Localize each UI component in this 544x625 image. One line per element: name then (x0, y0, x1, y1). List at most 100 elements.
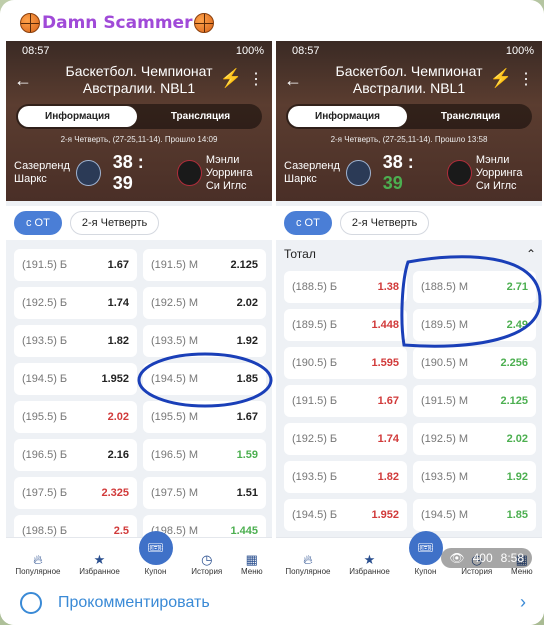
channel-title[interactable]: Damn Scammer (20, 13, 215, 33)
odds-value: 2.125 (500, 395, 528, 407)
odds-value: 2.325 (101, 487, 129, 499)
star-icon: ★ (93, 552, 106, 567)
odds-cell-under[interactable]: (194.5) М 1.85 (413, 499, 536, 531)
odds-cell-over[interactable]: (191.5) Б 1.67 (284, 385, 407, 417)
odds-value: 2.16 (107, 449, 129, 461)
odds-line: (194.5) М (151, 373, 199, 385)
odds-line: (192.5) М (421, 433, 469, 445)
odds-line: (192.5) Б (292, 433, 338, 445)
odds-value: 1.85 (236, 373, 258, 385)
tab-favorites[interactable]: ★ Избранное (79, 552, 120, 576)
tab-coupon[interactable]: 🎟︎ Купон (138, 531, 173, 576)
match-header: 08:57 100% ← Баскетбол. Чемпионат Австрал… (276, 41, 542, 201)
tab-favorites[interactable]: ★ Избранное (349, 552, 390, 576)
match-header: 08:57 100% ← Баскетбол. Чемпионат Австрал… (6, 41, 272, 201)
chevron-up-icon[interactable]: ⌃ (526, 247, 536, 261)
basketball-icon (20, 13, 40, 33)
scoreboard: Сазерленд Шаркс 38 : 39 Мэнли Уорринга С… (14, 151, 264, 195)
battery-level: 100% (235, 45, 264, 57)
more-icon[interactable]: ⋮ (248, 71, 264, 88)
away-team: Мэнли Уорринга Си Иглс (205, 153, 253, 192)
odds-cell-under[interactable]: (189.5) М 2.49 (413, 309, 536, 341)
tab-stream[interactable]: Трансляция (141, 106, 260, 127)
odds-row: (193.5) Б 1.82 (193.5) М 1.92 (284, 461, 536, 493)
odds-cell-under[interactable]: (196.5) М 1.59 (143, 439, 266, 471)
odds-line: (189.5) М (421, 319, 469, 331)
lightning-icon[interactable]: ⚡ (490, 69, 512, 87)
odds-grid: (191.5) Б 1.67 (191.5) М 2.125 (192.5) Б 1.74… (14, 249, 266, 553)
back-arrow-icon[interactable]: ← (14, 71, 32, 89)
odds-line: (195.5) Б (22, 411, 68, 423)
chip-ot[interactable]: с ОТ (284, 211, 332, 235)
odds-line: (194.5) Б (22, 373, 68, 385)
chip-quarter[interactable]: 2-я Четверть (339, 211, 430, 235)
odds-cell-over[interactable]: (193.5) Б 1.82 (14, 325, 137, 357)
odds-cell-over[interactable]: (190.5) Б 1.595 (284, 347, 407, 379)
odds-cell-under[interactable]: (193.5) М 1.92 (413, 461, 536, 493)
chip-ot[interactable]: с ОТ (14, 211, 62, 235)
odds-cell-over[interactable]: (192.5) Б 1.74 (14, 287, 137, 319)
odds-cell-over[interactable]: (192.5) Б 1.74 (284, 423, 407, 455)
lightning-icon[interactable]: ⚡ (220, 69, 242, 87)
star-icon: ★ (363, 552, 376, 567)
odds-cell-under[interactable]: (195.5) М 1.67 (143, 401, 266, 433)
odds-grid: (188.5) Б 1.38 (188.5) М 2.71 (189.5) Б 1.448… (284, 271, 536, 537)
telegram-post: Damn Scammer 08:57 100% ← Баскетбол. Чемп… (0, 0, 544, 625)
odds-line: (190.5) Б (292, 357, 338, 369)
ticket-icon: 🎟︎ (138, 531, 173, 565)
tab-history[interactable]: ◷ История (191, 552, 222, 576)
odds-value: 2.02 (107, 411, 129, 423)
odds-value: 1.67 (236, 411, 258, 423)
total-section-header[interactable]: Тотал ⌃ (284, 241, 536, 267)
odds-cell-over[interactable]: (193.5) Б 1.82 (284, 461, 407, 493)
odds-cell-under[interactable]: (191.5) М 2.125 (413, 385, 536, 417)
odds-cell-under[interactable]: (191.5) М 2.125 (143, 249, 266, 281)
odds-cell-over[interactable]: (191.5) Б 1.67 (14, 249, 137, 281)
odds-cell-over[interactable]: (194.5) Б 1.952 (14, 363, 137, 395)
tab-popular[interactable]: 🔥︎ Популярное (15, 552, 60, 576)
chip-quarter[interactable]: 2-я Четверть (69, 211, 160, 235)
odds-line: (193.5) М (421, 471, 469, 483)
tab-info[interactable]: Информация (18, 106, 137, 127)
comment-bar[interactable]: Прокомментировать › (0, 580, 544, 625)
odds-value: 1.74 (107, 297, 129, 309)
eagles-logo-icon (447, 160, 472, 186)
tab-menu[interactable]: ▦ Меню (241, 552, 263, 576)
odds-line: (196.5) М (151, 449, 199, 461)
odds-cell-under[interactable]: (192.5) М 2.02 (143, 287, 266, 319)
odds-line: (193.5) Б (22, 335, 68, 347)
tab-history-label: История (191, 567, 223, 576)
odds-cell-under[interactable]: (193.5) М 1.92 (143, 325, 266, 357)
back-arrow-icon[interactable]: ← (284, 71, 302, 89)
tab-info[interactable]: Информация (288, 106, 407, 127)
odds-cell-over[interactable]: (195.5) Б 2.02 (14, 401, 137, 433)
channel-name: Damn Scammer (42, 13, 193, 33)
tab-menu-label: Меню (511, 567, 533, 576)
odds-line: (195.5) М (151, 411, 199, 423)
odds-value: 1.952 (371, 509, 399, 521)
odds-cell-under[interactable]: (190.5) М 2.256 (413, 347, 536, 379)
odds-row: (195.5) Б 2.02 (195.5) М 1.67 (14, 401, 266, 433)
odds-cell-under[interactable]: (194.5) М 1.85 (143, 363, 266, 395)
odds-value: 1.952 (101, 373, 129, 385)
tab-stream[interactable]: Трансляция (411, 106, 530, 127)
more-icon[interactable]: ⋮ (518, 71, 534, 88)
odds-line: (197.5) М (151, 487, 199, 499)
odds-cell-over[interactable]: (196.5) Б 2.16 (14, 439, 137, 471)
odds-line: (188.5) Б (292, 281, 338, 293)
odds-line: (198.5) Б (22, 525, 68, 537)
score: 38 : 39 (112, 152, 144, 193)
odds-cell-over[interactable]: (188.5) Б 1.38 (284, 271, 407, 303)
sharks-logo-icon (346, 160, 371, 186)
odds-cell-over[interactable]: (197.5) Б 2.325 (14, 477, 137, 509)
odds-cell-under[interactable]: (188.5) М 2.71 (413, 271, 536, 303)
odds-cell-over[interactable]: (189.5) Б 1.448 (284, 309, 407, 341)
tab-coupon[interactable]: 🎟︎ Купон (408, 531, 443, 576)
filter-chips: с ОТ 2-я Четверть (276, 206, 542, 240)
odds-cell-over[interactable]: (194.5) Б 1.952 (284, 499, 407, 531)
tab-popular[interactable]: 🔥︎ Популярное (285, 552, 330, 576)
odds-cell-under[interactable]: (197.5) М 1.51 (143, 477, 266, 509)
odds-line: (197.5) Б (22, 487, 68, 499)
view-switch: Информация Трансляция (16, 104, 262, 129)
odds-cell-under[interactable]: (192.5) М 2.02 (413, 423, 536, 455)
